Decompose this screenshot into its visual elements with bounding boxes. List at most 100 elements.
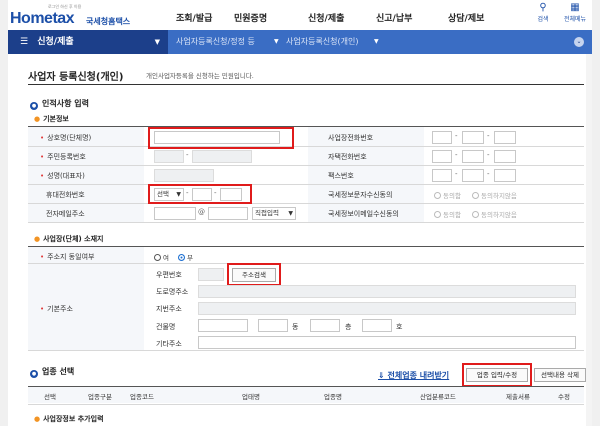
fax-2[interactable] bbox=[462, 169, 484, 182]
label-trade-name: • 상호명(단체명) bbox=[40, 133, 91, 143]
row-divider bbox=[28, 222, 584, 223]
section-title-industry-label: 업종 선택 bbox=[42, 367, 75, 376]
section-bullet-icon: ● bbox=[30, 102, 38, 110]
search-shortcut[interactable]: ⚲ 검색 bbox=[528, 2, 558, 23]
ho-input[interactable] bbox=[362, 319, 392, 332]
email-domain-input[interactable] bbox=[208, 207, 248, 220]
email-agree-yes[interactable]: 동의함 bbox=[434, 209, 461, 219]
nav-level1[interactable]: ☰ 신청/제출 ▼ bbox=[8, 30, 168, 54]
representative-name bbox=[154, 169, 214, 182]
email-agree-yes-label: 동의함 bbox=[443, 211, 461, 219]
same-address-no-label: 부 bbox=[187, 254, 193, 262]
col-industry-code: 업종코드 bbox=[130, 393, 154, 401]
gnb-item-filing[interactable]: 신고/납부 bbox=[376, 11, 412, 24]
floor-input[interactable] bbox=[310, 319, 340, 332]
subtitle-basic-info-label: 기본정보 bbox=[43, 115, 69, 123]
biz-phone-1[interactable] bbox=[432, 131, 452, 144]
top-header: 로그인 하신 후 이용 Hometax 국세청홈택스 조회/발급 민원증명 신청… bbox=[8, 0, 592, 30]
col-classification-code: 산업분류코드 bbox=[420, 393, 456, 401]
row-divider bbox=[28, 203, 584, 204]
col-select: 선택 bbox=[44, 393, 56, 401]
other-address-input[interactable] bbox=[198, 336, 576, 349]
label-basic-address-text: 기본주소 bbox=[47, 305, 73, 313]
required-mark: • bbox=[40, 305, 45, 313]
title-divider bbox=[28, 84, 584, 85]
radio-selected-icon bbox=[178, 254, 185, 261]
nav-level1-label: 신청/제출 bbox=[37, 37, 74, 47]
home-phone-2[interactable] bbox=[462, 150, 484, 163]
biz-phone-3[interactable] bbox=[494, 131, 516, 144]
label-mobile: 휴대전화번호 bbox=[46, 191, 85, 199]
email-agree-no[interactable]: 동의하지않음 bbox=[472, 209, 517, 219]
email-domain-select[interactable]: 직접입력 ▼ bbox=[252, 207, 296, 220]
gnb-item-certificate[interactable]: 민원증명 bbox=[234, 11, 267, 24]
building-name-input[interactable] bbox=[198, 319, 248, 332]
fax-1[interactable] bbox=[432, 169, 452, 182]
email-id-input[interactable] bbox=[154, 207, 196, 220]
nav-level2[interactable]: 사업자등록신청/정정 등 bbox=[176, 30, 278, 54]
gnb-item-consult[interactable]: 상담/제보 bbox=[448, 11, 484, 24]
gnb-item-application[interactable]: 신청/제출 bbox=[308, 11, 344, 24]
label-trade-name-text: 상호명(단체명) bbox=[47, 134, 92, 142]
chevron-down-icon[interactable]: ⌄ bbox=[574, 37, 584, 47]
email-domain-value: 직접입력 bbox=[255, 209, 279, 217]
label-building: 건물명 bbox=[156, 323, 176, 331]
road-address-input bbox=[198, 285, 576, 298]
col-documents: 제출서류 bbox=[506, 393, 530, 401]
bullet-icon: ● bbox=[34, 235, 41, 243]
bullet-icon: ● bbox=[34, 115, 41, 123]
sms-agree-yes[interactable]: 동의함 bbox=[434, 190, 461, 200]
row-divider bbox=[28, 165, 584, 166]
same-address-no[interactable]: 부 bbox=[178, 252, 193, 262]
same-address-yes[interactable]: 여 bbox=[154, 252, 169, 262]
col-edit: 수정 bbox=[558, 393, 570, 401]
radio-icon bbox=[434, 211, 441, 218]
radio-icon bbox=[434, 192, 441, 199]
radio-icon bbox=[154, 254, 161, 261]
search-shortcut-label: 검색 bbox=[537, 16, 549, 23]
label-name-text: 성명(대표자) bbox=[47, 172, 85, 180]
logo-subtext: 국세청홈택스 bbox=[86, 17, 131, 26]
dong-input[interactable] bbox=[258, 319, 288, 332]
label-floor: 층 bbox=[345, 323, 352, 331]
hamburger-icon: ☰ bbox=[20, 37, 29, 47]
home-phone-1[interactable] bbox=[432, 150, 452, 163]
subtitle-basic-info: ● 기본정보 bbox=[34, 114, 69, 124]
nav-level3[interactable]: 사업자등록신청(개인) bbox=[286, 30, 396, 54]
label-name: • 성명(대표자) bbox=[40, 171, 85, 181]
section-title-industry: ● 업종 선택 bbox=[30, 366, 74, 378]
label-road-address: 도로명주소 bbox=[156, 288, 189, 296]
table-top-border bbox=[28, 126, 584, 127]
row-divider bbox=[28, 404, 584, 405]
label-resident-no-text: 주민등록번호 bbox=[47, 153, 86, 161]
biz-phone-2[interactable] bbox=[462, 131, 484, 144]
label-same-address: • 주소지 동일여부 bbox=[40, 252, 94, 262]
label-sms-agree: 국세정보문자수신동의 bbox=[328, 191, 393, 199]
label-email: 전자메일주소 bbox=[46, 210, 85, 218]
required-mark: • bbox=[40, 134, 45, 142]
page-scrollbar[interactable] bbox=[586, 54, 592, 426]
lot-address-input bbox=[198, 302, 576, 315]
logo-main: Hometax bbox=[10, 10, 75, 28]
label-ho: 호 bbox=[396, 323, 403, 331]
home-phone-3[interactable] bbox=[494, 150, 516, 163]
col-industry-name: 업종명 bbox=[324, 393, 342, 401]
email-agree-no-label: 동의하지않음 bbox=[481, 211, 517, 219]
required-mark: • bbox=[40, 172, 45, 180]
dash: - bbox=[455, 170, 458, 178]
all-menu-shortcut[interactable]: ▦ 전체메뉴 bbox=[558, 2, 592, 23]
label-other-address: 기타주소 bbox=[156, 340, 182, 348]
sms-agree-no-label: 동의하지않음 bbox=[481, 192, 517, 200]
gnb-item-inquiry[interactable]: 조회/발급 bbox=[176, 11, 212, 24]
download-all-industries-link[interactable]: ⇓ 전체업종 내려받기 bbox=[378, 370, 449, 381]
caret-down-icon: ▼ bbox=[274, 38, 279, 45]
resident-no-front bbox=[154, 150, 184, 163]
dash: - bbox=[455, 151, 458, 159]
sms-agree-no[interactable]: 동의하지않음 bbox=[472, 190, 517, 200]
fax-3[interactable] bbox=[494, 169, 516, 182]
chevron-down-icon: ▼ bbox=[288, 210, 293, 217]
col-industry-type: 업종구분 bbox=[88, 393, 112, 401]
delete-selection-button[interactable]: 선택내용 삭제 bbox=[534, 368, 586, 382]
label-same-address-text: 주소지 동일여부 bbox=[47, 253, 95, 261]
label-resident-no: • 주민등록번호 bbox=[40, 152, 86, 162]
